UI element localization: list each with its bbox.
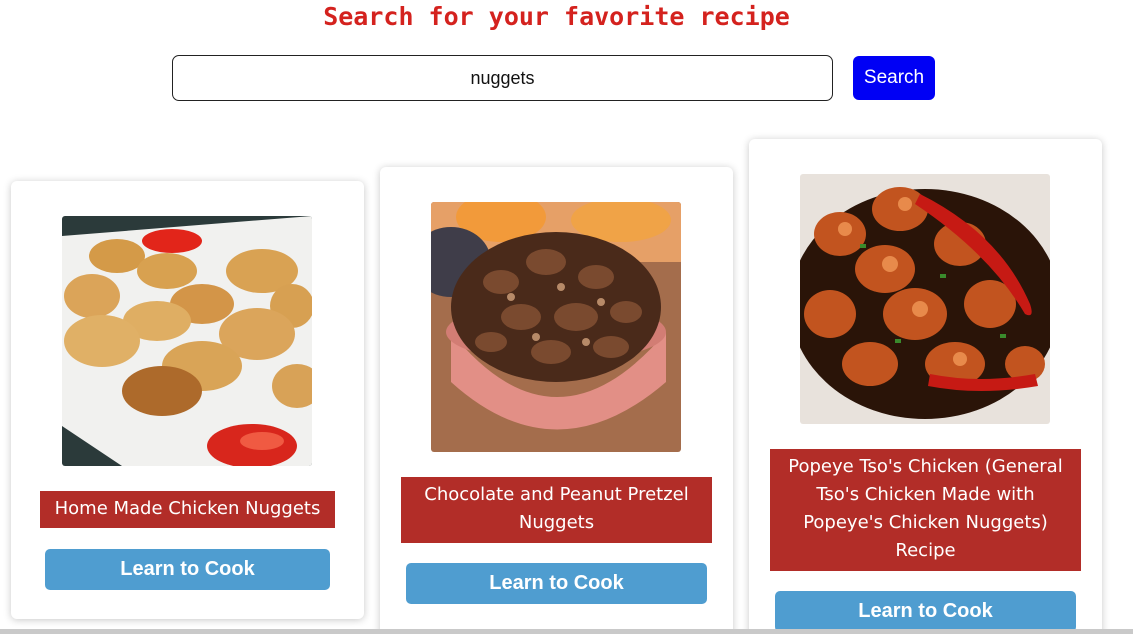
recipe-title: Popeye Tso's Chicken (General Tso's Chic… bbox=[770, 449, 1081, 571]
recipe-image-chicken-nuggets bbox=[62, 216, 312, 466]
page-title: Search for your favorite recipe bbox=[323, 2, 790, 31]
learn-to-cook-button[interactable]: Learn to Cook bbox=[406, 563, 707, 604]
recipe-image-pretzel-nuggets bbox=[431, 202, 681, 452]
recipe-title: Chocolate and Peanut Pretzel Nuggets bbox=[401, 477, 712, 543]
recipe-image-general-tso-chicken bbox=[800, 174, 1050, 424]
recipe-card: Chocolate and Peanut Pretzel Nuggets Lea… bbox=[380, 167, 733, 634]
recipe-search-page: Search for your favorite recipe Search bbox=[0, 0, 1133, 634]
learn-to-cook-button[interactable]: Learn to Cook bbox=[775, 591, 1076, 632]
horizontal-scrollbar[interactable] bbox=[0, 629, 1133, 634]
recipe-card: Popeye Tso's Chicken (General Tso's Chic… bbox=[749, 139, 1102, 634]
search-input[interactable] bbox=[172, 55, 833, 101]
recipe-title: Home Made Chicken Nuggets bbox=[40, 491, 335, 528]
learn-to-cook-button[interactable]: Learn to Cook bbox=[45, 549, 330, 590]
recipe-card: Home Made Chicken Nuggets Learn to Cook bbox=[11, 181, 364, 619]
search-button[interactable]: Search bbox=[853, 56, 935, 100]
